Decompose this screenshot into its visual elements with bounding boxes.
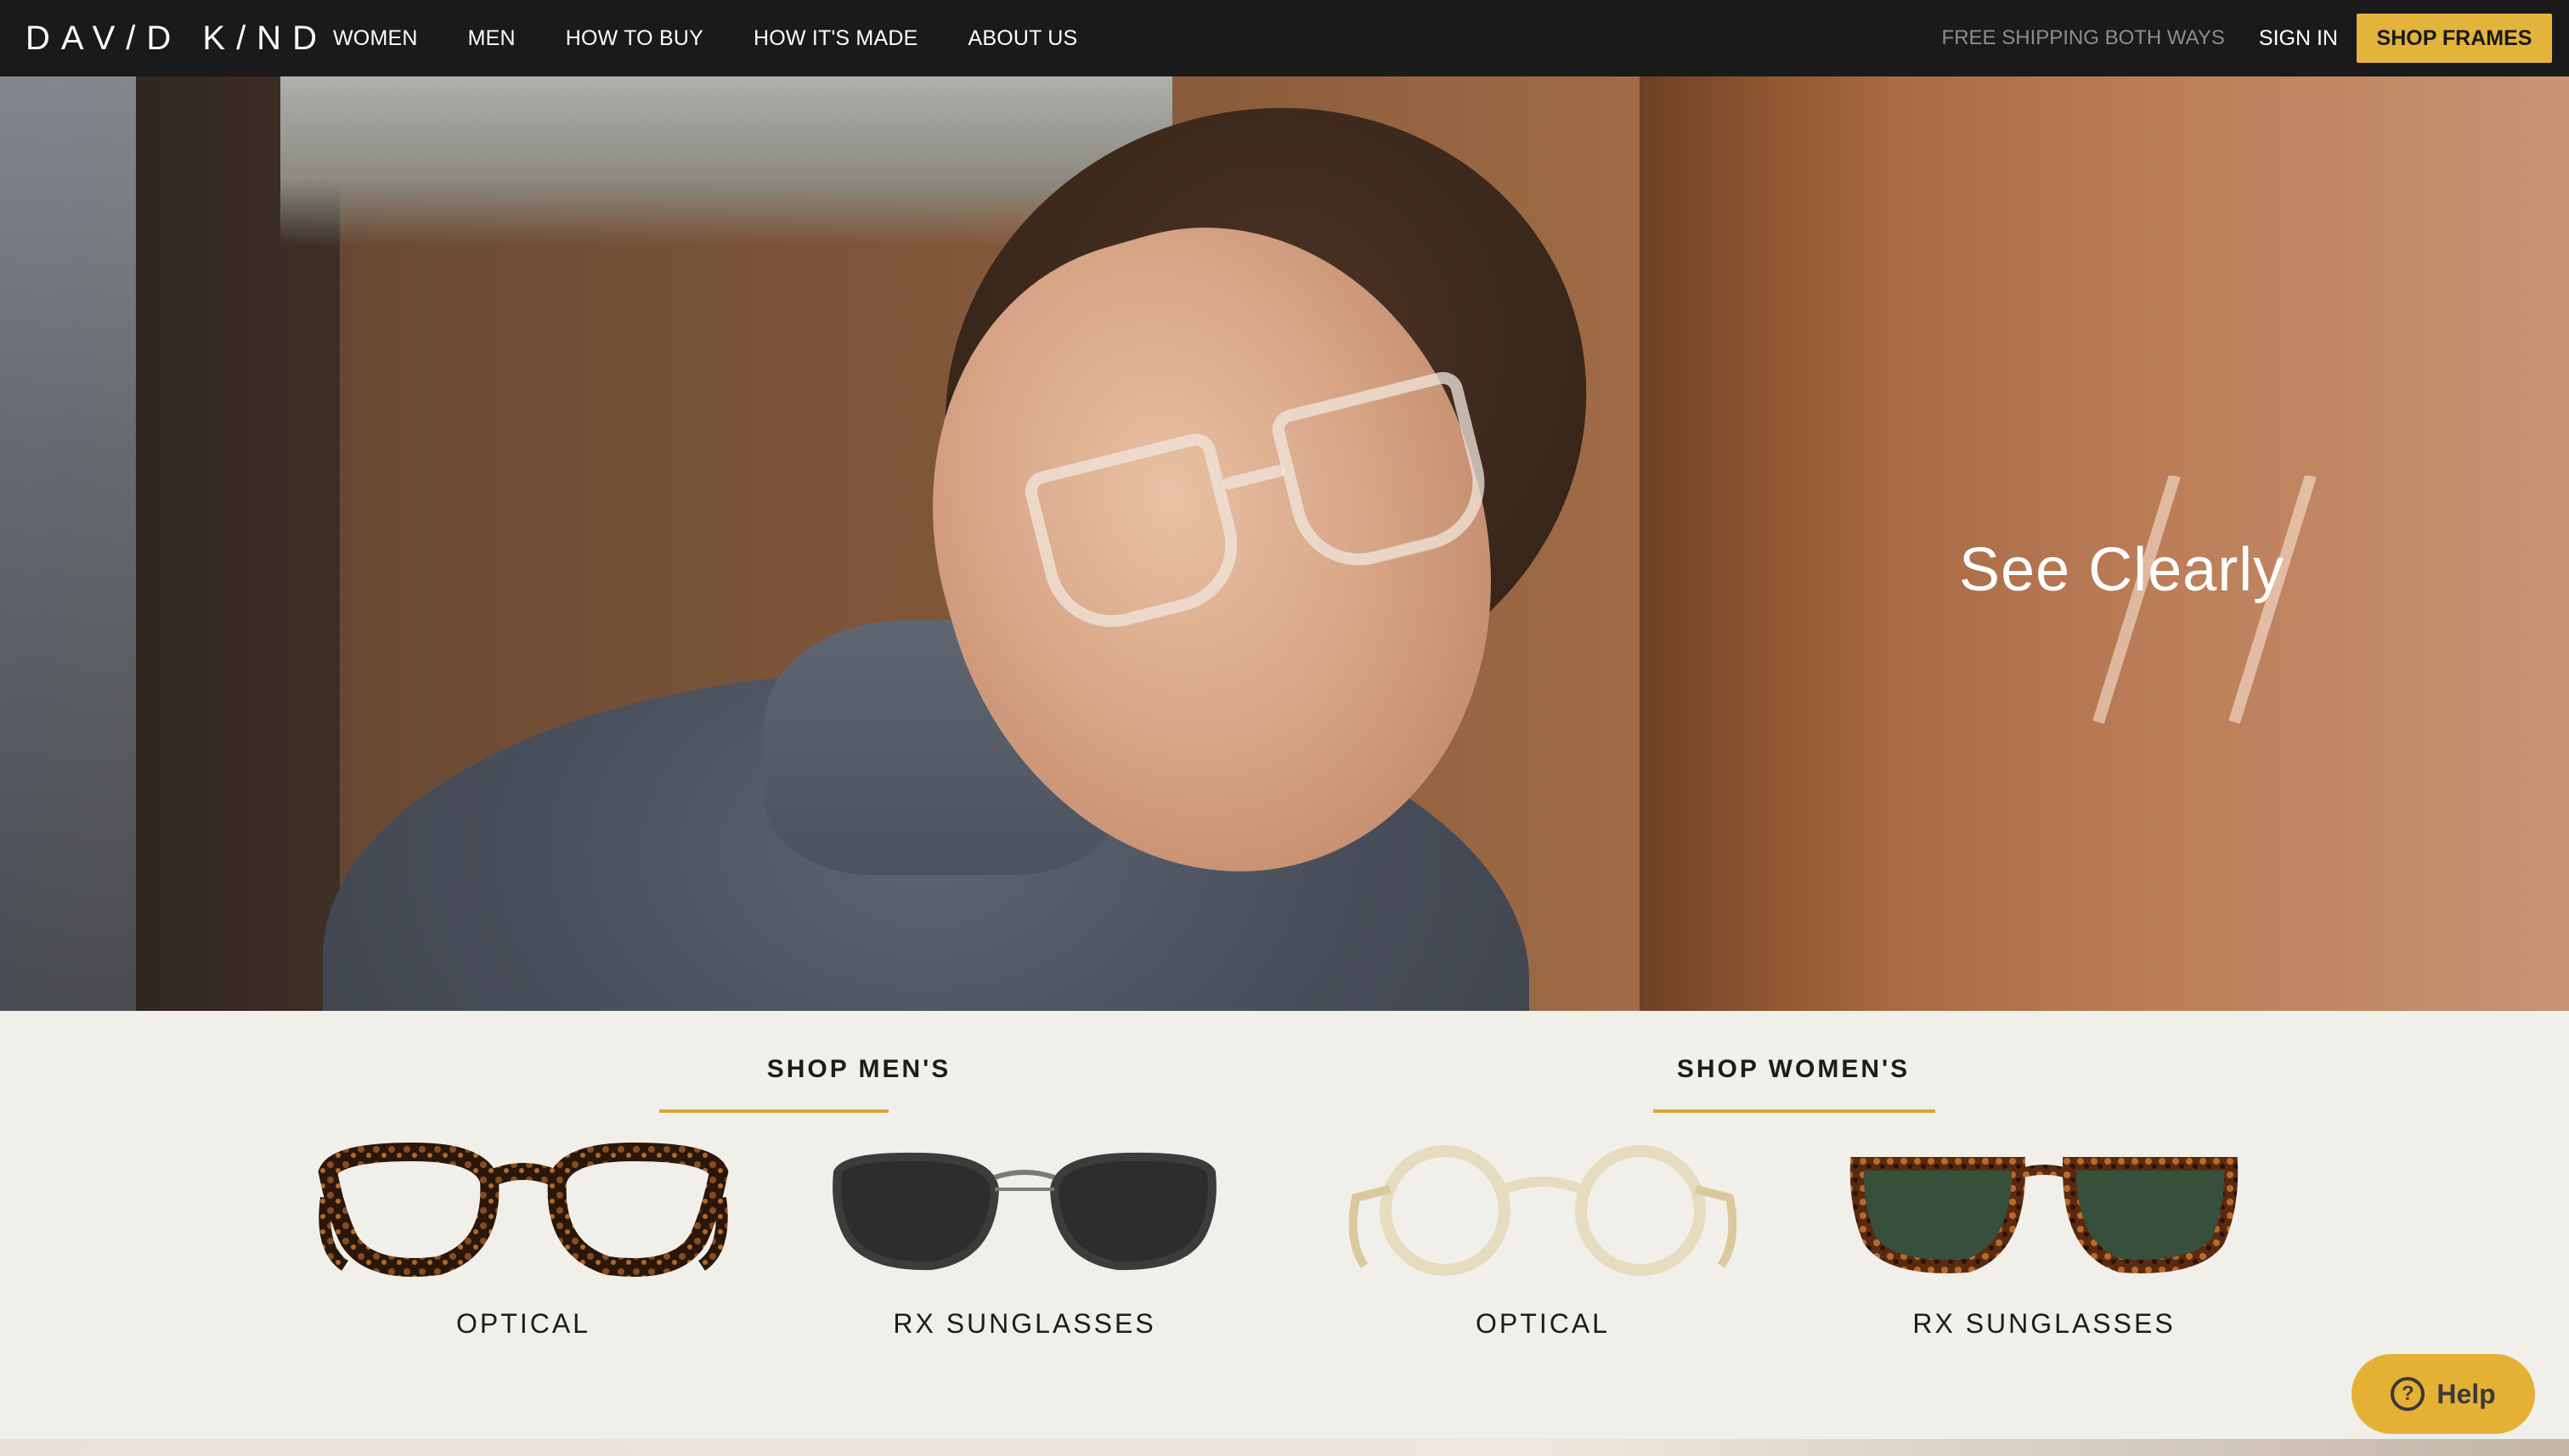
- shop-frames-button[interactable]: SHOP FRAMES: [2357, 14, 2552, 63]
- nav-link-women[interactable]: WOMEN: [333, 26, 418, 51]
- black-sunglasses-icon: [833, 1152, 1217, 1271]
- shop-mens-title[interactable]: SHOP MEN'S: [685, 1055, 1033, 1084]
- top-nav: DAV/D K/ND WOMEN MEN HOW TO BUY HOW IT'S…: [0, 0, 2569, 76]
- main-menu: WOMEN MEN HOW TO BUY HOW IT'S MADE ABOUT…: [333, 0, 1127, 76]
- product-label: RX SUNGLASSES: [893, 1308, 1156, 1339]
- product-label: RX SUNGLASSES: [1912, 1308, 2176, 1339]
- shop-womens-underline: [1653, 1109, 1935, 1113]
- nav-link-men[interactable]: MEN: [468, 26, 516, 51]
- nav-link-how-to-buy[interactable]: HOW TO BUY: [566, 26, 703, 51]
- nav-link-about-us[interactable]: ABOUT US: [968, 26, 1077, 51]
- tortoise-optical-frames-icon: [318, 1142, 729, 1277]
- shop-womens-title[interactable]: SHOP WOMEN'S: [1670, 1055, 1917, 1084]
- product-mens-rx-sunglasses[interactable]: RX SUNGLASSES: [812, 1130, 1237, 1351]
- tortoise-sunglasses-icon: [1849, 1157, 2239, 1273]
- next-section-peek: [0, 1439, 2569, 1456]
- product-womens-rx-sunglasses[interactable]: RX SUNGLASSES: [1832, 1130, 2256, 1351]
- product-mens-optical[interactable]: OPTICAL: [311, 1130, 736, 1351]
- nav-right: FREE SHIPPING BOTH WAYS SIGN IN SHOP FRA…: [1942, 0, 2552, 76]
- sign-in-link[interactable]: SIGN IN: [2259, 26, 2338, 51]
- shipping-note: FREE SHIPPING BOTH WAYS: [1941, 26, 2225, 49]
- help-label: Help: [2436, 1378, 2496, 1409]
- product-womens-optical[interactable]: OPTICAL: [1330, 1130, 1755, 1351]
- question-icon: ?: [2391, 1377, 2425, 1411]
- product-label: OPTICAL: [1476, 1308, 1610, 1339]
- hero-background-wood: [1640, 76, 1894, 1011]
- clear-optical-frames-icon: [1348, 1145, 1737, 1276]
- nav-link-how-its-made[interactable]: HOW IT'S MADE: [754, 26, 918, 51]
- hero-background-window: [0, 76, 136, 1011]
- hero-banner: See Clearly: [0, 76, 2569, 1011]
- logo[interactable]: DAV/D K/ND: [25, 17, 328, 59]
- product-label: OPTICAL: [456, 1308, 590, 1339]
- help-button[interactable]: ? Help: [2352, 1354, 2535, 1434]
- hero-headline: See Clearly: [1959, 536, 2285, 604]
- shop-mens-underline: [659, 1109, 889, 1113]
